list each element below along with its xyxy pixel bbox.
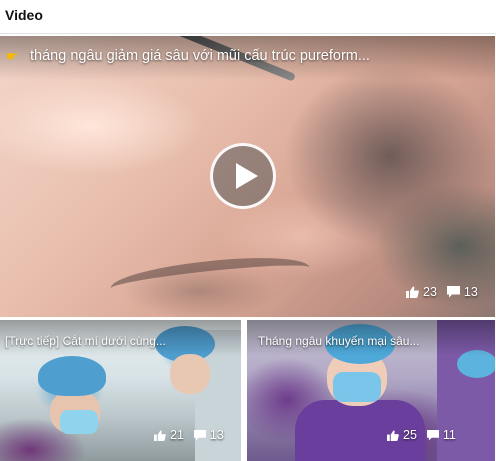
comment-icon — [446, 286, 460, 298]
comment-count-value: 13 — [209, 428, 224, 442]
widget-header: Video — [0, 0, 496, 34]
thumbs-up-icon — [387, 429, 399, 441]
featured-video-stats: 23 13 — [406, 285, 478, 299]
featured-video[interactable]: ☛ tháng ngâu giảm giá sâu với mũi cấu tr… — [0, 36, 495, 317]
comment-count: 13 — [446, 285, 478, 299]
comment-count-value: 11 — [442, 428, 456, 442]
comment-count: 13 — [193, 428, 224, 442]
comment-count: 11 — [426, 428, 456, 442]
like-count-value: 21 — [170, 428, 184, 442]
comment-count-value: 13 — [463, 285, 478, 299]
comment-icon — [426, 429, 439, 441]
thumbs-up-icon — [406, 286, 419, 298]
like-count: 23 — [406, 285, 437, 299]
video-stats: 25 11 — [387, 428, 456, 442]
video-title[interactable]: [Trực tiếp] Cắt mí dưới cùng... — [5, 334, 166, 348]
featured-video-title[interactable]: tháng ngâu giảm giá sâu với mũi cấu trúc… — [30, 48, 370, 64]
video-widget: Video ☛ tháng ngâu giảm giá sâu với mũi … — [0, 0, 496, 461]
comment-icon — [193, 429, 206, 441]
widget-title: Video — [5, 7, 43, 23]
video-stats: 21 13 — [154, 428, 224, 442]
pointing-hand-icon: ☛ — [6, 48, 19, 64]
thumbs-up-icon — [154, 429, 166, 441]
play-button[interactable] — [210, 143, 276, 209]
like-count: 21 — [154, 428, 184, 442]
like-count-value: 23 — [423, 285, 437, 299]
video-title[interactable]: Tháng ngâu khuyến mại sâu... — [258, 334, 419, 348]
like-count: 25 — [387, 428, 417, 442]
featured-video-title-bar: ☛ tháng ngâu giảm giá sâu với mũi cấu tr… — [0, 36, 495, 80]
video-thumbnail-card[interactable]: [Trực tiếp] Cắt mí dưới cùng... 21 13 — [0, 320, 241, 461]
play-icon — [236, 163, 258, 189]
like-count-value: 25 — [403, 428, 417, 442]
video-thumbnail-card[interactable]: Tháng ngâu khuyến mại sâu... 25 11 — [247, 320, 495, 461]
